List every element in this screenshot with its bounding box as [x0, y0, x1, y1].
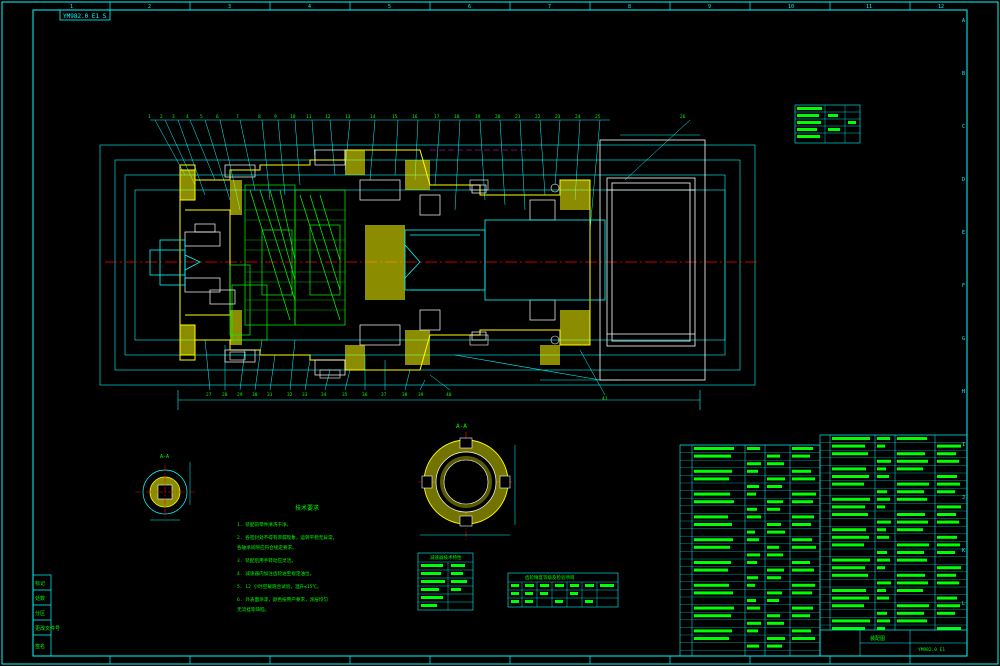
svg-text:3: 3 — [172, 114, 175, 120]
svg-text:13: 13 — [345, 114, 351, 120]
svg-text:15: 15 — [392, 114, 398, 120]
svg-text:9: 9 — [274, 114, 277, 120]
svg-text:签名: 签名 — [35, 643, 45, 650]
svg-text:28: 28 — [222, 392, 228, 398]
svg-text:5: 5 — [200, 114, 203, 120]
svg-text:10: 10 — [290, 114, 296, 120]
svg-text:F: F — [962, 283, 965, 289]
svg-text:2: 2 — [148, 4, 151, 10]
cad-drawing: 1 2 3 4 5 6 7 8 9 10 11 12 A B C D E F G… — [1, 1, 999, 665]
svg-text:38: 38 — [402, 392, 408, 398]
svg-text:27: 27 — [206, 392, 212, 398]
svg-text:9: 9 — [708, 4, 711, 10]
svg-text:16: 16 — [412, 114, 418, 120]
svg-text:17: 17 — [434, 114, 440, 120]
svg-text:25: 25 — [595, 114, 601, 120]
svg-text:24: 24 — [575, 114, 581, 120]
svg-text:B: B — [962, 71, 965, 77]
svg-text:C: C — [962, 124, 965, 130]
stamp-text: YM982.0 E1 S — [63, 13, 107, 20]
svg-text:G: G — [962, 336, 965, 342]
svg-text:10: 10 — [788, 4, 794, 10]
svg-text:齿轮精度等级及检验项目: 齿轮精度等级及检验项目 — [525, 574, 575, 581]
svg-text:26: 26 — [680, 114, 686, 120]
svg-text:更改文件号: 更改文件号 — [35, 625, 60, 632]
section-aa-small: A-A — [135, 454, 195, 521]
svg-text:8: 8 — [258, 114, 261, 120]
svg-text:E: E — [962, 230, 965, 236]
svg-text:1: 1 — [148, 114, 151, 120]
left-table-labels: 标记 处数 分区 更改文件号 签名 — [35, 580, 60, 650]
svg-text:5. 12 小时空载跑合试验，温升≤15℃。: 5. 12 小时空载跑合试验，温升≤15℃。 — [237, 583, 322, 590]
technical-requirements: 技术要求 1. 装配前零件清洗干净。 2. 各密封处不得有渗漏现象，运转平稳无异… — [237, 504, 337, 613]
svg-text:11: 11 — [866, 4, 872, 10]
svg-text:21: 21 — [515, 114, 521, 120]
svg-text:37: 37 — [381, 392, 387, 398]
svg-text:29: 29 — [237, 392, 243, 398]
svg-text:I: I — [962, 442, 965, 448]
svg-text:A: A — [962, 18, 965, 24]
svg-text:12: 12 — [938, 4, 944, 10]
svg-text:5: 5 — [388, 4, 391, 10]
svg-text:40: 40 — [446, 392, 452, 398]
svg-text:11: 11 — [306, 114, 312, 120]
svg-text:35: 35 — [342, 392, 348, 398]
svg-text:技术要求: 技术要求 — [295, 504, 319, 512]
svg-text:39: 39 — [418, 392, 424, 398]
svg-text:标记: 标记 — [35, 580, 45, 587]
svg-text:12: 12 — [325, 114, 331, 120]
svg-text:6: 6 — [216, 114, 219, 120]
svg-text:30: 30 — [252, 392, 258, 398]
svg-text:4. 减速器内加注齿轮油至规定油位。: 4. 减速器内加注齿轮油至规定油位。 — [237, 570, 314, 577]
top-zone-numbers: 1 2 3 4 5 6 7 8 9 10 11 12 — [70, 4, 944, 10]
inner-frame — [32, 9, 968, 657]
mini-legend-table — [794, 104, 861, 144]
svg-text:18: 18 — [454, 114, 460, 120]
svg-text:31: 31 — [267, 392, 273, 398]
svg-text:33: 33 — [302, 392, 308, 398]
svg-text:3. 装配后用手转动应灵活。: 3. 装配后用手转动应灵活。 — [237, 557, 296, 564]
svg-text:36: 36 — [362, 392, 368, 398]
svg-text:处数: 处数 — [35, 595, 45, 602]
svg-text:D: D — [962, 177, 965, 183]
svg-text:41: 41 — [602, 396, 608, 402]
svg-text:各轴承间隙应符合规定要求。: 各轴承间隙应符合规定要求。 — [237, 544, 297, 551]
svg-text:减速器技术特性: 减速器技术特性 — [430, 554, 462, 561]
svg-text:2. 各密封处不得有渗漏现象，运转平稳无异常。: 2. 各密封处不得有渗漏现象，运转平稳无异常。 — [237, 534, 337, 541]
svg-text:20: 20 — [495, 114, 501, 120]
svg-text:7: 7 — [548, 4, 551, 10]
gear-accuracy-table: 齿轮精度等级及检验项目 — [507, 572, 619, 608]
param-table: 减速器技术特性 — [417, 552, 474, 611]
svg-text:A-A: A-A — [160, 454, 169, 460]
svg-text:H: H — [962, 389, 965, 395]
svg-text:4: 4 — [308, 4, 311, 10]
svg-text:分区: 分区 — [35, 610, 45, 617]
svg-text:19: 19 — [475, 114, 481, 120]
svg-text:2: 2 — [160, 114, 163, 120]
svg-text:无流挂等缺陷。: 无流挂等缺陷。 — [237, 606, 269, 613]
main-assembly-view — [99, 119, 760, 410]
svg-text:8: 8 — [628, 4, 631, 10]
bom-table: 装配图 YM982.0 E1 — [679, 434, 968, 657]
svg-text:L: L — [962, 601, 965, 607]
svg-text:32: 32 — [287, 392, 293, 398]
outer-frame — [1, 1, 999, 665]
svg-text:14: 14 — [370, 114, 376, 120]
svg-text:34: 34 — [321, 392, 327, 398]
svg-text:6. 外表面涂漆，颜色按用户要求，涂层均匀: 6. 外表面涂漆，颜色按用户要求，涂层均匀 — [237, 596, 328, 603]
svg-text:6: 6 — [468, 4, 471, 10]
title-block-code: YM982.0 E1 — [918, 647, 945, 653]
svg-text:22: 22 — [535, 114, 541, 120]
svg-text:4: 4 — [186, 114, 189, 120]
svg-text:3: 3 — [228, 4, 231, 10]
svg-text:1: 1 — [70, 4, 73, 10]
section-aa-large: A-A — [418, 423, 516, 540]
title-block-name: 装配图 — [870, 635, 885, 642]
svg-text:1. 装配前零件清洗干净。: 1. 装配前零件清洗干净。 — [237, 521, 291, 528]
svg-text:A-A: A-A — [456, 423, 467, 430]
svg-text:23: 23 — [555, 114, 561, 120]
svg-text:7: 7 — [236, 114, 239, 120]
